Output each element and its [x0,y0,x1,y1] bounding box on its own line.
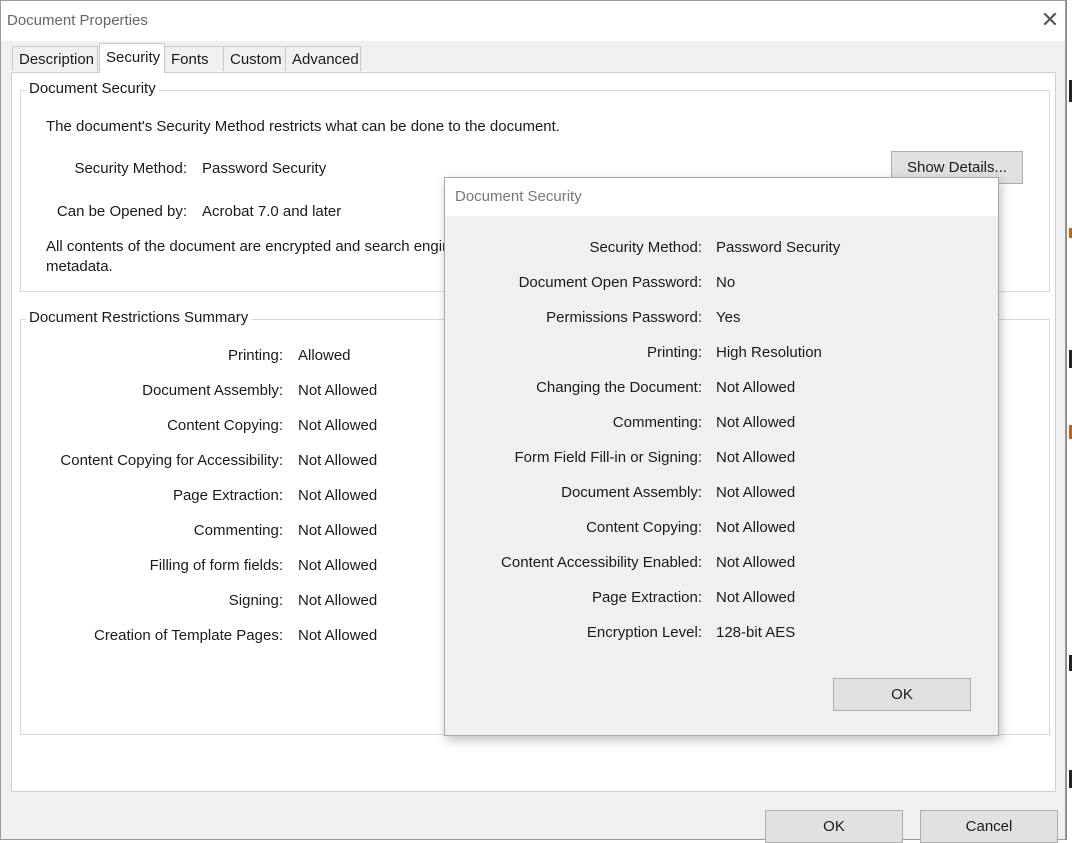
restriction-label: Signing: [228,592,283,609]
security-detail-label: Encryption Level: [586,624,702,641]
restriction-value: Not Allowed [298,452,378,469]
security-detail-label: Document Open Password: [518,274,702,291]
encryption-note-line1: All contents of the document are encrypt… [46,238,451,255]
security-detail-row: Encryption Level: 128-bit AES [445,624,998,644]
title-bar: Document Properties ✕ [1,1,1065,41]
restriction-value: Not Allowed [298,522,378,539]
cancel-button[interactable]: Cancel [920,810,1058,843]
security-detail-label: Printing: [646,344,702,361]
security-detail-label: Form Field Fill-in or Signing: [514,449,702,466]
tab-fonts[interactable]: Fonts [164,46,224,71]
restrictions-summary-heading: Document Restrictions Summary [26,309,252,326]
restriction-value: Not Allowed [298,627,378,644]
restriction-label: Commenting: [193,522,283,539]
security-detail-row: Permissions Password: Yes [445,309,998,329]
security-detail-value: High Resolution [716,344,822,361]
security-detail-label: Page Extraction: [591,589,702,606]
security-detail-value: Not Allowed [716,484,796,501]
restriction-label: Content Copying: [167,417,283,434]
security-dialog-ok-button[interactable]: OK [833,678,971,711]
security-detail-value: Not Allowed [716,589,796,606]
restriction-value: Not Allowed [298,487,378,504]
security-detail-value: Not Allowed [716,554,796,571]
tab-advanced[interactable]: Advanced [285,46,361,71]
document-security-dialog: Document Security Security Method: Passw… [444,177,999,736]
restriction-value: Not Allowed [298,417,378,434]
ok-button[interactable]: OK [765,810,903,843]
security-detail-label: Permissions Password: [546,309,702,326]
security-detail-row: Page Extraction: Not Allowed [445,589,998,609]
restriction-label: Printing: [227,347,283,364]
restriction-label: Creation of Template Pages: [93,627,283,644]
security-detail-row: Commenting: Not Allowed [445,414,998,434]
security-detail-row: Changing the Document: Not Allowed [445,379,998,399]
can-be-opened-label: Can be Opened by: [56,203,187,220]
tab-security[interactable]: Security [99,43,165,73]
security-detail-value: No [716,274,736,291]
document-security-heading: Document Security [26,80,159,97]
security-detail-value: Not Allowed [716,449,796,466]
security-detail-value: Not Allowed [716,414,796,431]
security-detail-row: Printing: High Resolution [445,344,998,364]
restriction-label: Filling of form fields: [149,557,283,574]
restriction-label: Content Copying for Accessibility: [60,452,283,469]
encryption-note-line2: metadata. [46,258,113,275]
tab-custom[interactable]: Custom [223,46,286,71]
security-dialog-title: Document Security [455,188,582,205]
security-detail-row: Content Accessibility Enabled: Not Allow… [445,554,998,574]
tab-description[interactable]: Description [12,46,98,71]
security-detail-row: Document Open Password: No [445,274,998,294]
security-detail-value: Password Security [716,239,841,256]
security-detail-value: Not Allowed [716,519,796,536]
window-title: Document Properties [7,12,148,29]
security-detail-label: Document Assembly: [561,484,702,501]
security-detail-value: Yes [716,309,741,326]
security-method-value: Password Security [202,160,327,177]
can-be-opened-value: Acrobat 7.0 and later [202,203,342,220]
security-detail-label: Content Copying: [586,519,702,536]
security-detail-row: Form Field Fill-in or Signing: Not Allow… [445,449,998,469]
restriction-value: Not Allowed [298,592,378,609]
restriction-label: Document Assembly: [142,382,283,399]
security-detail-label: Security Method: [589,239,702,256]
security-detail-label: Changing the Document: [536,379,702,396]
security-detail-row: Content Copying: Not Allowed [445,519,998,539]
security-detail-value: 128-bit AES [716,624,796,641]
background-window-edge [1066,0,1072,840]
security-dialog-title-bar: Document Security [445,178,998,216]
restriction-value: Not Allowed [298,557,378,574]
security-detail-label: Commenting: [612,414,702,431]
restriction-value: Not Allowed [298,382,378,399]
security-detail-value: Not Allowed [716,379,796,396]
security-detail-row: Document Assembly: Not Allowed [445,484,998,504]
security-detail-row: Security Method: Password Security [445,239,998,259]
security-method-label: Security Method: [74,160,187,177]
restriction-label: Page Extraction: [172,487,283,504]
close-icon[interactable]: ✕ [1037,7,1063,33]
restriction-value: Allowed [298,347,351,364]
security-intro-text: The document's Security Method restricts… [46,118,560,135]
security-detail-label: Content Accessibility Enabled: [501,554,702,571]
